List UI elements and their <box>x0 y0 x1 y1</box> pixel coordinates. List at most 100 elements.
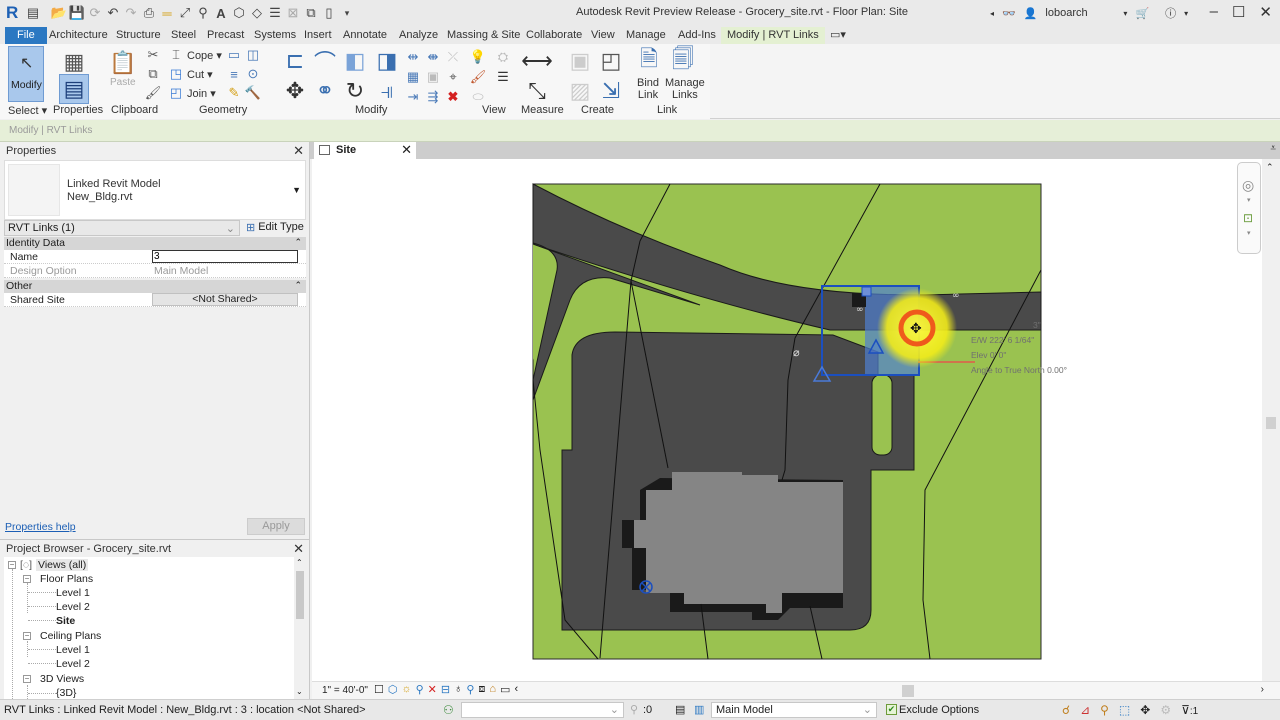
group-other[interactable]: Other ⌃ <box>4 280 306 293</box>
tree-ceiling-plans[interactable]: Ceiling Plans <box>40 630 101 642</box>
delete-icon[interactable]: ✖ <box>445 89 461 105</box>
join-icon[interactable]: ◰ <box>168 85 184 101</box>
save-icon[interactable]: 💾 <box>68 5 86 21</box>
cope-button[interactable]: Cope ▾ <box>187 49 222 62</box>
tree-floor-plans[interactable]: Floor Plans <box>40 573 93 585</box>
tab-architecture[interactable]: Architecture <box>43 27 114 44</box>
revit-logo-icon[interactable]: R <box>6 3 18 23</box>
tree-3d-default[interactable]: {3D} <box>56 687 76 699</box>
collapse-icon[interactable]: ⌃ <box>294 280 302 291</box>
tree-cp-level-1[interactable]: Level 1 <box>56 644 90 656</box>
tab-analyze[interactable]: Analyze <box>393 27 444 44</box>
section-icon[interactable]: ◇ <box>248 5 266 21</box>
parking-island[interactable] <box>871 374 893 456</box>
scroll-thumb[interactable] <box>1266 417 1276 429</box>
linework-icon[interactable]: ☰ <box>495 69 511 85</box>
3d-view-icon[interactable]: ⬡ <box>230 5 248 21</box>
tab-precast[interactable]: Precast <box>201 27 250 44</box>
tree-fp-site[interactable]: Site <box>56 615 75 627</box>
design-option-dropdown[interactable]: Main Model ⌄ <box>711 702 877 718</box>
properties-icon[interactable]: ▤ <box>59 74 89 104</box>
scale-icon[interactable]: ▣ <box>425 69 441 85</box>
align-icon[interactable]: ⊏ <box>280 46 310 76</box>
scroll-down-icon[interactable]: ⌄ <box>296 687 303 696</box>
print-icon[interactable]: ⎙ <box>140 5 158 21</box>
expander-3d-views[interactable]: − <box>23 675 31 683</box>
qat-dropdown-icon[interactable]: ▾ <box>338 8 356 19</box>
thin-lines-icon[interactable]: ☰ <box>266 5 284 21</box>
close-icon[interactable]: ✕ <box>1259 3 1272 21</box>
mirror-axis-icon[interactable]: ◧ <box>340 46 370 76</box>
panel-select[interactable]: Select ▾ <box>8 104 47 117</box>
cut-button[interactable]: Cut ▾ <box>187 68 213 81</box>
close-properties-icon[interactable]: ✕ <box>293 143 304 159</box>
create-assembly-icon[interactable]: ⇲ <box>596 76 626 106</box>
help-icon[interactable]: ⓘ <box>1165 5 1176 21</box>
customize-icon[interactable]: ▯ <box>320 5 338 21</box>
user-name[interactable]: loboarch <box>1045 7 1115 19</box>
binoculars-icon[interactable]: 👓 <box>1002 7 1016 20</box>
tab-file[interactable]: File <box>5 27 47 44</box>
array-icon[interactable]: ▦ <box>405 69 421 85</box>
editing-option-icon[interactable]: ▥ <box>694 703 704 716</box>
tag-icon[interactable]: ⚲ <box>194 5 212 21</box>
scroll-thumb[interactable] <box>296 571 304 619</box>
tab-annotate[interactable]: Annotate <box>337 27 393 44</box>
tree-root-views[interactable]: Views (all) <box>36 559 89 571</box>
collapse-icon[interactable]: ⌃ <box>294 237 302 248</box>
match-properties-icon[interactable]: 🖌 <box>145 85 162 101</box>
tab-menu-icon[interactable]: ⩡ <box>1270 143 1276 154</box>
split-gap-icon[interactable]: ⇼ <box>425 49 441 65</box>
temporary-view-icon[interactable]: ⧈ <box>478 683 485 696</box>
user-icon[interactable]: 👤 <box>1024 7 1038 20</box>
tab-massing-site[interactable]: Massing & Site <box>441 27 526 44</box>
bind-link-icon[interactable]: 🗎 <box>634 46 664 76</box>
split-icon[interactable]: ⇹ <box>405 49 421 65</box>
editable-only-icon[interactable]: ⚲ <box>630 703 638 716</box>
detail-level-icon[interactable]: ☐ <box>374 683 384 696</box>
shadows-icon[interactable]: ⚲ <box>416 683 424 696</box>
filter-icon[interactable]: ⊽:1 <box>1181 703 1198 717</box>
steering-wheel-icon[interactable]: ◎ <box>1242 177 1254 194</box>
cut-geometry-icon[interactable]: ◳ <box>168 66 184 82</box>
sun-path-icon[interactable]: ☼ <box>401 683 411 696</box>
trim-multiple-icon[interactable]: ⇶ <box>425 89 441 105</box>
hammer-icon[interactable]: 🔨 <box>245 85 261 101</box>
create-group-icon[interactable]: ▣ <box>565 46 595 76</box>
expander-ceiling-plans[interactable]: − <box>23 632 31 640</box>
active-workset-dropdown[interactable]: ⌄ <box>461 702 624 718</box>
tree-3d-views[interactable]: 3D Views <box>40 673 84 685</box>
copy-icon[interactable]: ⧉ <box>145 66 161 82</box>
wall-joins-icon[interactable]: ▭ <box>226 47 242 63</box>
measure-icon[interactable]: ═ <box>158 6 176 21</box>
join-button[interactable]: Join ▾ <box>187 87 216 100</box>
zoom-region-icon[interactable]: ⊡ <box>1243 211 1253 225</box>
drag-elements-icon[interactable]: ✥ <box>1140 703 1150 717</box>
tab-view[interactable]: View <box>585 27 621 44</box>
collapse-bar-icon[interactable]: ‹ <box>514 683 518 696</box>
design-options-icon[interactable]: ▤ <box>675 703 685 716</box>
trim-icon[interactable]: ⫣ <box>372 76 402 106</box>
select-pinned-icon[interactable]: ⚲ <box>1100 703 1109 717</box>
undo-icon[interactable]: ↶ <box>104 5 122 21</box>
exclude-options-checkbox[interactable]: ✔ <box>886 704 897 715</box>
redo-icon[interactable]: ↷ <box>122 5 140 21</box>
home-icon[interactable]: ▤ <box>24 5 42 21</box>
measure-between-icon[interactable]: ⟷ <box>521 46 553 76</box>
browser-scrollbar[interactable]: ⌃ ⌄ <box>294 557 306 699</box>
tree-cp-level-2[interactable]: Level 2 <box>56 658 90 670</box>
drawing-canvas[interactable]: ∞ ∞ ⌀ ✥ 3" E/W 222' 6 1/64" Elev 0' 0" A… <box>312 159 1262 681</box>
manage-links-button[interactable]: Manage Links <box>665 77 705 101</box>
tab-collaborate[interactable]: Collaborate <box>520 27 588 44</box>
expander-views[interactable]: − <box>8 561 16 569</box>
bind-link-button[interactable]: Bind Link <box>637 77 659 101</box>
view-vertical-scrollbar[interactable]: ⌃ <box>1262 159 1280 681</box>
properties-help-link[interactable]: Properties help <box>5 521 76 533</box>
close-hidden-icon[interactable]: ⊠ <box>284 5 302 21</box>
user-dropdown-icon[interactable]: ▾ <box>1123 9 1127 18</box>
analytical-model-icon[interactable]: ⌂ <box>489 683 496 696</box>
view-scale[interactable]: 1" = 40'-0" <box>322 685 368 696</box>
scroll-up-icon[interactable]: ⌃ <box>1266 162 1274 173</box>
building-footprint[interactable] <box>634 472 843 613</box>
select-box-icon[interactable]: ⬭ <box>470 89 486 105</box>
